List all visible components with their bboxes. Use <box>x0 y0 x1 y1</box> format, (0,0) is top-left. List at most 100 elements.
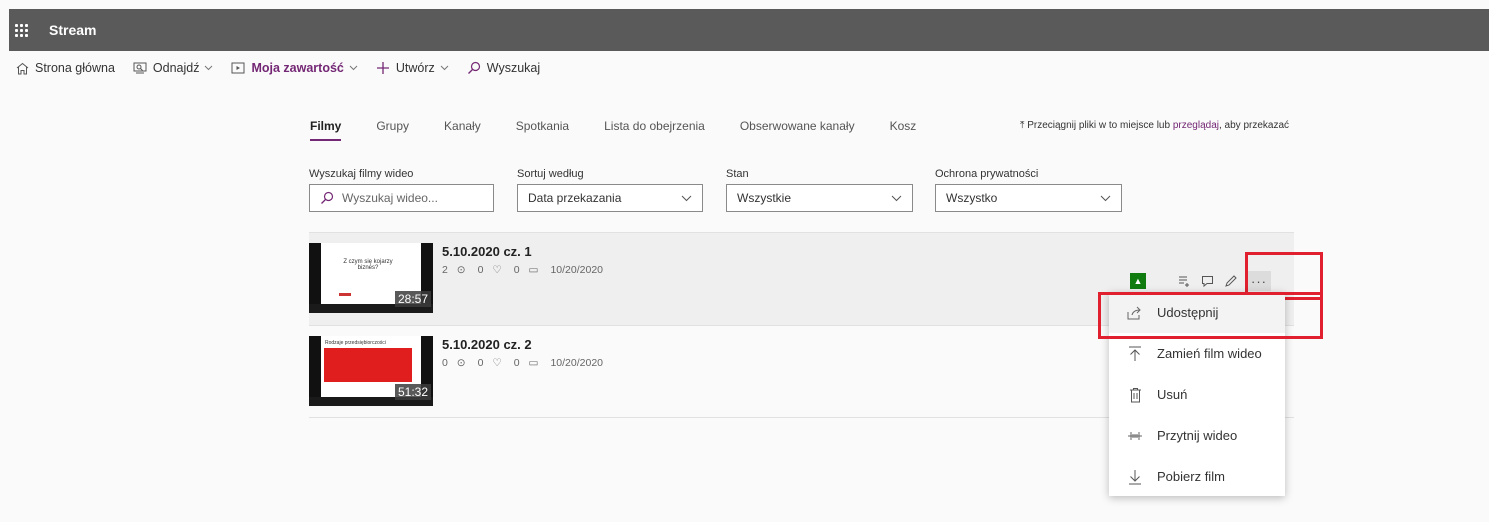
tab-watchlist[interactable]: Lista do obejrzenia <box>604 119 705 141</box>
search-icon <box>467 61 481 75</box>
status-dropdown[interactable]: Wszystkie <box>726 184 913 212</box>
app-name[interactable]: Stream <box>49 22 96 38</box>
browse-link[interactable]: przeglądaj <box>1173 120 1219 131</box>
nav-my-content-label: Moja zawartość <box>251 61 344 75</box>
filter-privacy: Ochrona prywatności Wszystko <box>935 168 1122 212</box>
people-status-icon[interactable]: ▲ <box>1130 273 1146 289</box>
filter-sort: Sortuj według Data przekazania <box>517 168 703 212</box>
thumbnail-slide-text: Z czym się kojarzy biznes? <box>343 259 393 271</box>
menu-item-download[interactable]: Pobierz film <box>1109 456 1285 497</box>
views-icon: ⊙ <box>456 357 466 369</box>
slide-red-band <box>324 348 412 382</box>
tab-followed-channels[interactable]: Obserwowane kanały <box>740 119 855 141</box>
thumbnail-border <box>309 336 321 406</box>
privacy-dropdown[interactable]: Wszystko <box>935 184 1122 212</box>
filter-status-label: Stan <box>726 168 749 180</box>
like-count-value: 0 <box>477 264 484 276</box>
filter-search: Wyszukaj filmy wideo Wyszukaj wideo... <box>309 168 494 212</box>
nav-create[interactable]: Utwórz <box>376 61 449 75</box>
video-title[interactable]: 5.10.2020 cz. 1 <box>442 244 532 259</box>
comment-count-value: 0 <box>513 264 520 276</box>
thumbnail-slide-text: Rodzaje przedsiębiorczości <box>325 340 386 346</box>
view-count: 0 ⊙ <box>442 357 472 369</box>
chevron-down-icon <box>349 65 358 71</box>
heart-icon: ♡ <box>492 357 502 369</box>
nav-my-content[interactable]: Moja zawartość <box>231 61 358 75</box>
comment-count: 0 ▭ <box>514 357 545 369</box>
view-count-value: 0 <box>442 357 448 369</box>
nav-create-label: Utwórz <box>395 61 435 75</box>
comment-count-value: 0 <box>513 357 520 369</box>
thumbnail-border <box>309 243 321 313</box>
heart-icon: ♡ <box>492 264 502 276</box>
tab-recycle-bin[interactable]: Kosz <box>890 119 917 141</box>
comment-icon: ▭ <box>528 357 539 369</box>
menu-item-delete[interactable]: Usuń <box>1109 374 1285 415</box>
nav-home-label: Strona główna <box>35 61 115 75</box>
video-meta: 2 ⊙ 0 ♡ 0 ▭ 10/20/2020 <box>442 264 609 276</box>
menu-item-label: Zamień film wideo <box>1157 346 1262 361</box>
like-count: 0 ♡ <box>478 264 508 276</box>
sort-value: Data przekazania <box>528 191 622 205</box>
upload-icon <box>1125 346 1145 362</box>
menu-item-replace-video[interactable]: Zamień film wideo <box>1109 333 1285 374</box>
nav-discover-label: Odnajdź <box>152 61 200 75</box>
nav-home[interactable]: Strona główna <box>16 61 115 75</box>
my-content-icon <box>231 62 245 74</box>
chevron-down-icon <box>1100 191 1111 205</box>
chevron-down-icon <box>440 65 449 71</box>
video-thumbnail[interactable]: Z czym się kojarzy biznes? 28:57 <box>309 243 433 313</box>
views-icon: ⊙ <box>456 264 466 276</box>
nav-search-label: Wyszukaj <box>486 61 541 75</box>
trim-icon <box>1125 430 1145 442</box>
chevron-down-icon <box>204 65 213 71</box>
chevron-down-icon <box>681 191 692 205</box>
search-icon <box>320 191 334 205</box>
video-thumbnail[interactable]: Rodzaje przedsiębiorczości 51:32 <box>309 336 433 406</box>
comment-icon: ▭ <box>528 264 539 276</box>
tab-meetings[interactable]: Spotkania <box>516 119 569 141</box>
upload-date: 10/20/2020 <box>550 357 604 369</box>
add-to-watchlist-icon[interactable] <box>1178 275 1191 288</box>
upload-date: 10/20/2020 <box>550 264 604 276</box>
nav-discover[interactable]: Odnajdź <box>133 61 214 75</box>
view-count: 2 ⊙ <box>442 264 472 276</box>
trash-icon <box>1125 387 1145 403</box>
content-tabs: Filmy Grupy Kanały Spotkania Lista do ob… <box>310 119 951 141</box>
comment-count: 0 ▭ <box>514 264 545 276</box>
tab-channels[interactable]: Kanały <box>444 119 481 141</box>
privacy-value: Wszystko <box>946 191 998 205</box>
filter-privacy-label: Ochrona prywatności <box>935 168 1039 180</box>
sort-dropdown[interactable]: Data przekazania <box>517 184 703 212</box>
menu-item-label: Przytnij wideo <box>1157 428 1238 443</box>
chevron-down-icon <box>891 191 902 205</box>
video-title[interactable]: 5.10.2020 cz. 2 <box>442 337 532 352</box>
tab-groups[interactable]: Grupy <box>376 119 409 141</box>
upload-hint-text: Przeciągnij pliki w to miejsce lub <box>1027 120 1173 131</box>
menu-item-label: Usuń <box>1157 387 1188 402</box>
filter-search-label: Wyszukaj filmy wideo <box>309 168 414 180</box>
nav-search[interactable]: Wyszukaj <box>467 61 540 75</box>
slide-logo <box>339 293 351 296</box>
video-duration: 28:57 <box>394 291 431 307</box>
like-count: 0 ♡ <box>478 357 508 369</box>
main-nav: Strona główna Odnajdź Moja zawartość Utw… <box>16 51 558 85</box>
discover-icon <box>133 62 147 74</box>
download-icon <box>1125 469 1145 485</box>
highlight-box-share <box>1098 292 1323 339</box>
tab-videos[interactable]: Filmy <box>310 119 342 141</box>
home-icon <box>16 62 29 75</box>
status-value: Wszystkie <box>737 191 791 205</box>
video-meta: 0 ⊙ 0 ♡ 0 ▭ 10/20/2020 <box>442 357 609 369</box>
video-search-input[interactable]: Wyszukaj wideo... <box>309 184 494 212</box>
add-comment-icon[interactable] <box>1201 275 1214 288</box>
upload-hint: ⤒ Przeciągnij pliki w to miejsce lub prz… <box>1020 120 1289 131</box>
search-placeholder: Wyszukaj wideo... <box>342 191 438 205</box>
video-duration: 51:32 <box>394 384 431 400</box>
view-count-value: 2 <box>442 264 448 276</box>
app-header: Stream <box>9 9 1489 51</box>
menu-item-trim-video[interactable]: Przytnij wideo <box>1109 415 1285 456</box>
plus-icon <box>376 61 390 75</box>
edit-icon[interactable] <box>1224 274 1237 288</box>
app-launcher-icon[interactable] <box>15 23 35 37</box>
